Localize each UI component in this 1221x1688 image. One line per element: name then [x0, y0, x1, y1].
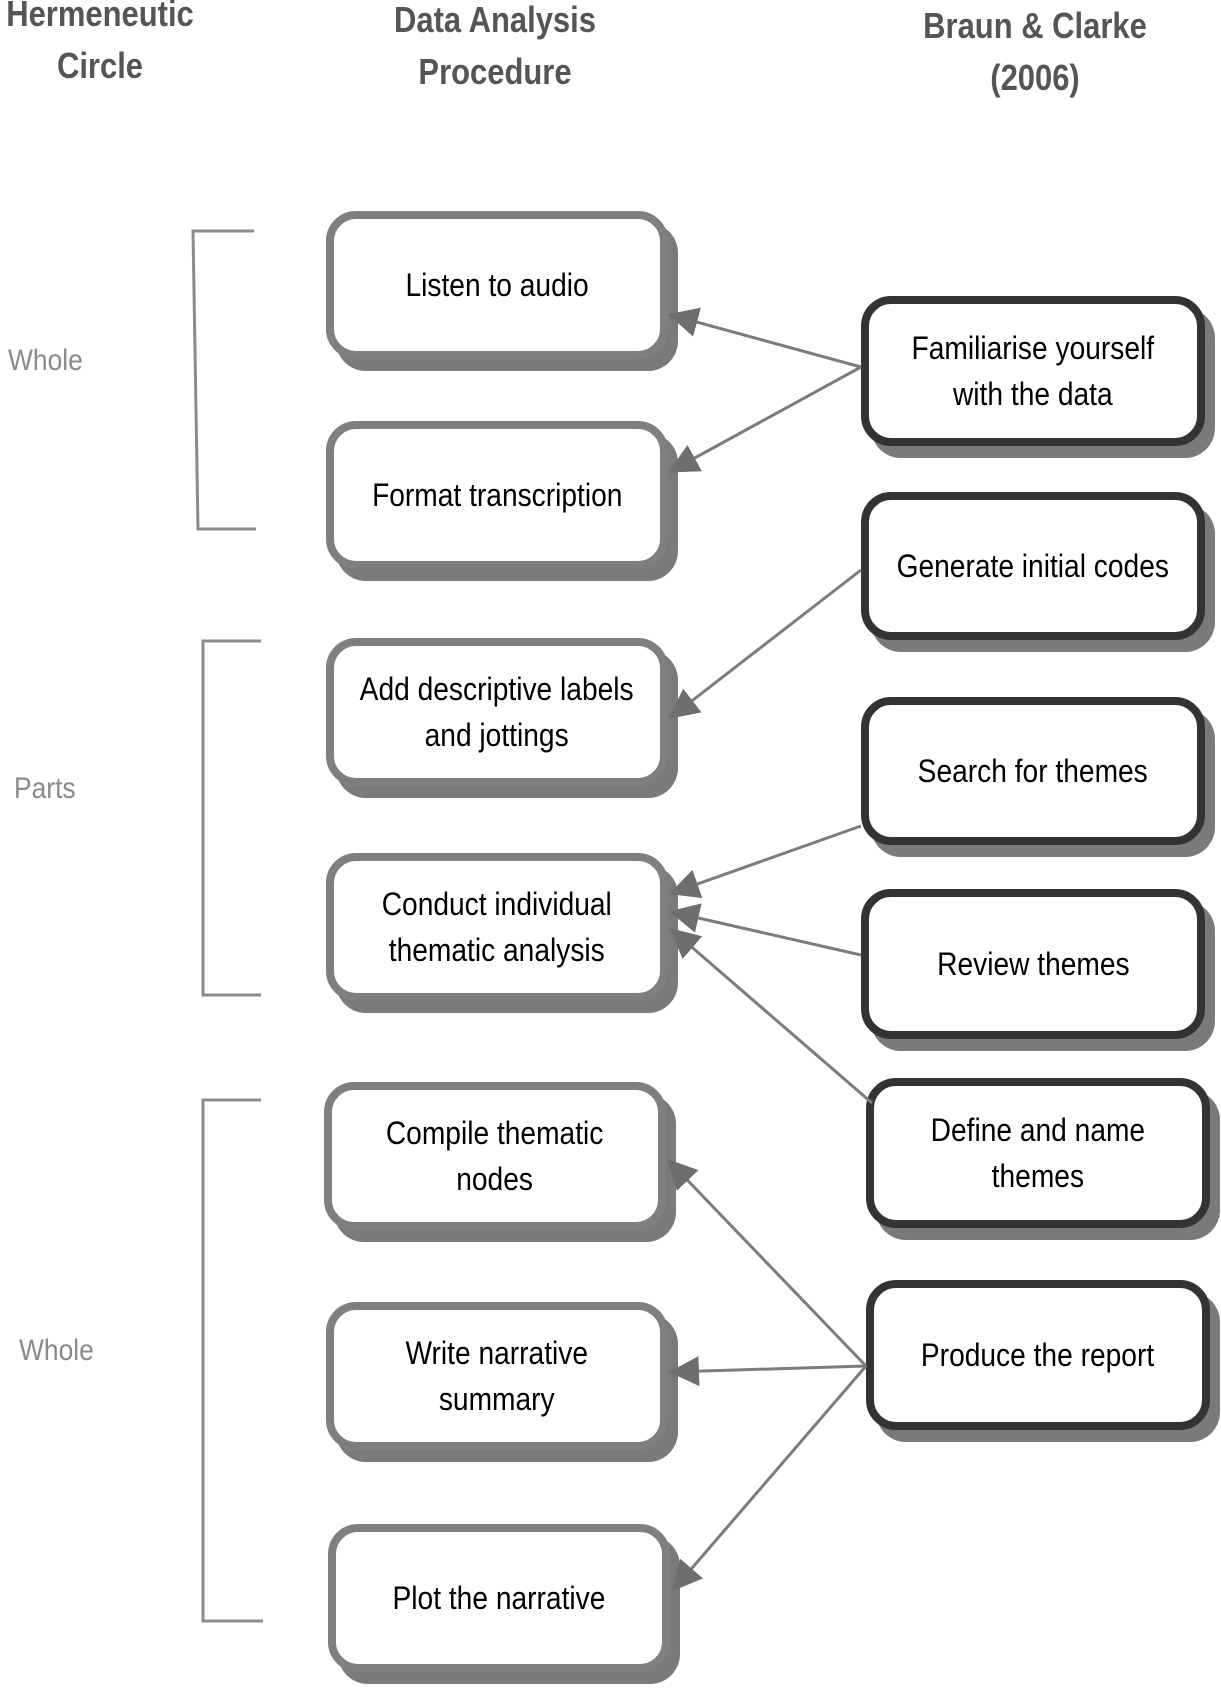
- phase-search-for-themes: Search for themes: [861, 697, 1205, 845]
- bracket-label-parts: Parts: [14, 772, 76, 805]
- step-text: Listen to audio: [405, 267, 589, 303]
- arrow-phase-2-to-step-3: [669, 824, 862, 899]
- procedure-step-listen-to-audio: Listen to audio: [326, 211, 668, 359]
- phase-text: with the data: [953, 376, 1113, 412]
- procedure-step-add-descriptive-labels: Add descriptive labels and jottings: [326, 638, 668, 786]
- header-line: Braun & Clarke: [923, 5, 1147, 46]
- step-text: Write narrative: [405, 1335, 589, 1371]
- arrow-phase-5-to-step-6: [672, 1365, 868, 1592]
- bracket-whole-bottom: [201, 1098, 263, 1623]
- arrow-phase-4-to-step-3: [669, 928, 873, 1105]
- arrow-phase-3-to-step-3: [669, 903, 862, 957]
- header-hermeneutic-circle: Hermeneutic Circle: [0, 0, 212, 92]
- phase-produce-the-report: Produce the report: [866, 1280, 1210, 1430]
- phase-text: Generate initial codes: [896, 548, 1170, 584]
- step-text: summary: [439, 1381, 555, 1417]
- step-text: Plot the narrative: [392, 1580, 606, 1616]
- phase-familiarise-with-data: Familiarise yourself with the data: [861, 296, 1205, 446]
- bracket-label-whole-top: Whole: [8, 344, 83, 377]
- header-line: (2006): [990, 57, 1080, 98]
- phase-text: Produce the report: [921, 1337, 1155, 1373]
- bracket-label-whole-bottom: Whole: [19, 1334, 94, 1367]
- header-data-analysis-procedure: Data Analysis Procedure: [366, 0, 624, 98]
- phase-text: Review themes: [936, 946, 1130, 982]
- step-text: Add descriptive labels: [360, 671, 634, 707]
- phase-generate-initial-codes: Generate initial codes: [861, 492, 1205, 640]
- step-text: Format transcription: [371, 477, 623, 513]
- phase-review-themes: Review themes: [861, 889, 1205, 1039]
- header-line: Hermeneutic: [6, 0, 194, 34]
- procedure-step-conduct-thematic-analysis: Conduct individual thematic analysis: [326, 853, 668, 1001]
- phase-text: Familiarise yourself: [911, 330, 1155, 366]
- step-text: thematic analysis: [389, 932, 605, 968]
- header-line: Circle: [56, 45, 144, 86]
- arrow-phase-5-to-step-5: [669, 1356, 867, 1387]
- step-text: and jottings: [424, 717, 570, 753]
- header-line: Procedure: [418, 51, 572, 92]
- step-text: nodes: [456, 1161, 534, 1197]
- header-braun-clarke: Braun & Clarke (2006): [902, 0, 1169, 104]
- phase-text: themes: [991, 1158, 1085, 1194]
- arrow-phase-0-to-step-1: [668, 365, 862, 473]
- procedure-step-write-narrative-summary: Write narrative summary: [326, 1302, 668, 1450]
- step-text: Compile thematic: [386, 1115, 604, 1151]
- procedure-step-compile-thematic-nodes: Compile thematic nodes: [324, 1082, 666, 1230]
- step-text: Conduct individual: [381, 886, 613, 922]
- header-line: Data Analysis: [394, 0, 596, 40]
- phase-text: Search for themes: [917, 753, 1149, 789]
- mapping-arrows: [666, 307, 873, 1592]
- bracket-whole-top: [191, 229, 256, 531]
- phase-define-and-name-themes: Define and name themes: [866, 1078, 1210, 1228]
- phase-text: Define and name: [930, 1112, 1146, 1148]
- procedure-step-format-transcription: Format transcription: [326, 421, 668, 569]
- arrow-phase-0-to-step-0: [668, 307, 862, 369]
- arrow-phase-5-to-step-4: [666, 1158, 868, 1368]
- procedure-step-plot-the-narrative: Plot the narrative: [328, 1524, 670, 1672]
- arrow-phase-1-to-step-2: [668, 568, 862, 719]
- bracket-parts: [201, 639, 261, 997]
